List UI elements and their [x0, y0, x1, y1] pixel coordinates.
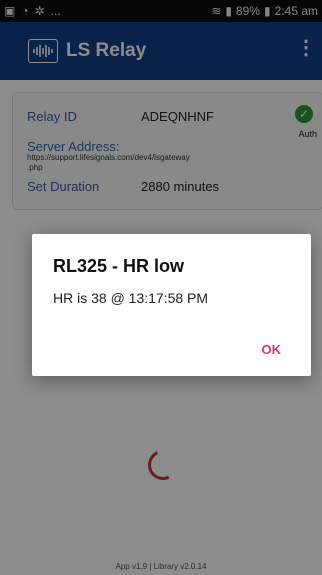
dialog-title: RL325 - HR low: [53, 256, 185, 276]
alert-dialog: RL325 - HR low HR is 38 @ 13:17:58 PM OK: [32, 234, 311, 376]
ok-button[interactable]: OK: [262, 342, 282, 357]
dialog-message: HR is 38 @ 13:17:58 PM: [53, 290, 209, 306]
